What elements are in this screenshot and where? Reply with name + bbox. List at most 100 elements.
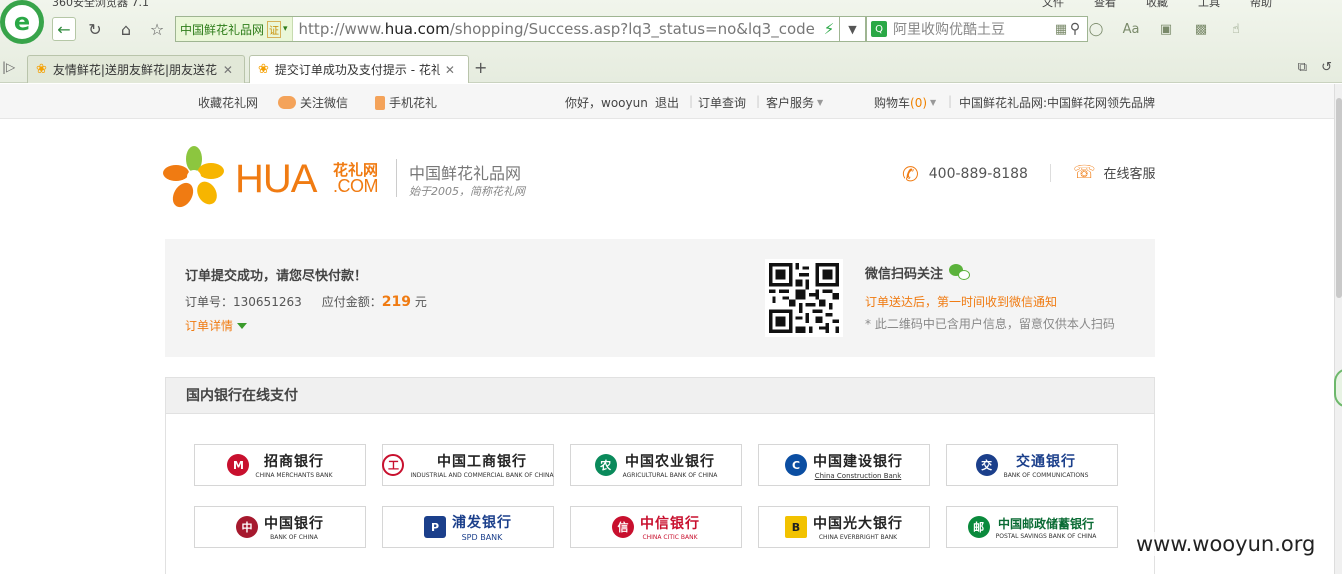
logo-sub-slogan: 始于2005，简称花礼网: [409, 185, 525, 198]
bocom-logo-icon: 交: [975, 454, 998, 476]
browser-logo-icon: e: [0, 0, 44, 44]
search-input[interactable]: 阿里收购优酷土豆: [891, 19, 1063, 39]
user-greeting: 你好，wooyun: [565, 96, 648, 110]
tab-bar: |▷ ❀ 友情鲜花|送朋友鲜花|朋友送花 ✕ ❀ 提交订单成功及支付提示 - 花…: [0, 54, 1342, 83]
logo-divider: [396, 159, 397, 197]
extension-toolbar: ▦ ◯ Aa ▣ ▩ ☝: [1050, 19, 1247, 39]
shield-icon[interactable]: ◯: [1085, 19, 1107, 39]
order-info: 订单号：130651263 应付金额：219 元: [185, 294, 427, 310]
chevron-down-icon: ▼: [930, 98, 937, 107]
chevron-down-icon: ▾: [283, 24, 288, 34]
flower-favicon-icon: ❀: [36, 62, 47, 77]
cmb-logo-icon: M: [227, 454, 250, 476]
star-icon[interactable]: ☆: [145, 17, 169, 41]
tab-order-success[interactable]: ❀ 提交订单成功及支付提示 - 花礼网 ✕: [249, 55, 469, 83]
logo-wordmark: HUA: [235, 157, 317, 201]
game-icon[interactable]: ▩: [1190, 19, 1212, 39]
page-scrollbar[interactable]: [1334, 84, 1342, 574]
wechat-follow-link[interactable]: 关注微信: [278, 94, 348, 111]
browser-menu: 文件 查看 收藏 工具 帮助: [1042, 0, 1272, 10]
new-tab-icon[interactable]: +: [474, 58, 487, 77]
address-bar[interactable]: 中国鲜花礼品网 证 ▾ http://www.hua.com/shopping/…: [175, 16, 840, 42]
icbc-logo-icon: 工: [382, 454, 405, 476]
cart-menu[interactable]: 购物车 (0) ▼: [874, 94, 936, 111]
undo-close-icon[interactable]: ↺: [1321, 60, 1332, 75]
back-arrow-icon[interactable]: ←: [52, 17, 76, 41]
header-divider: [1050, 164, 1051, 182]
tab-friendship-flowers[interactable]: ❀ 友情鲜花|送朋友鲜花|朋友送花 ✕: [27, 55, 245, 83]
ccb-logo-icon: C: [785, 454, 807, 476]
watermark: www.wooyun.org: [1136, 532, 1316, 556]
bank-option-boc[interactable]: 中 中国银行 BANK OF CHINA: [194, 506, 366, 548]
lightning-icon[interactable]: ⚡: [819, 20, 839, 38]
qr-code-icon: [769, 263, 839, 333]
order-details-toggle[interactable]: 订单详情: [185, 317, 248, 334]
bank-option-spdb[interactable]: P 浦发银行 SPD BANK: [382, 506, 554, 548]
menu-file[interactable]: 文件: [1042, 0, 1064, 10]
spdb-logo-icon: P: [424, 516, 446, 538]
wechat-notify-text: 订单送达后，第一时间收到微信通知: [865, 295, 1058, 309]
address-dropdown-icon[interactable]: ▼: [840, 16, 866, 42]
pdf-icon[interactable]: Aa: [1120, 19, 1142, 39]
menu-favorites[interactable]: 收藏: [1146, 0, 1168, 10]
topbar-divider: |: [948, 94, 953, 108]
mouse-gesture-icon[interactable]: ☝: [1225, 19, 1247, 39]
order-number: 130651263: [233, 295, 302, 309]
site-identity-badge[interactable]: 中国鲜花礼品网 证 ▾: [176, 17, 293, 41]
menu-help[interactable]: 帮助: [1250, 0, 1272, 10]
apps-grid-icon[interactable]: ▦: [1050, 19, 1072, 39]
abc-logo-icon: 农: [594, 454, 617, 476]
topbar-divider: |: [689, 94, 694, 108]
bank-option-citic[interactable]: 信 中信银行 CHINA CITIC BANK: [570, 506, 742, 548]
flower-logo-icon: [163, 146, 224, 208]
bank-option-cmb[interactable]: M 招商银行 CHINA MERCHANTS BANK: [194, 444, 366, 486]
bank-option-ccb[interactable]: C 中国建设银行 China Construction Bank: [758, 444, 930, 486]
browser-chrome: e 360安全浏览器 7.1 文件 查看 收藏 工具 帮助 ← ↻ ⌂ ☆ 中国…: [0, 0, 1342, 83]
hua-logo[interactable]: HUA 花礼网 .COM 中国鲜花礼品网 始于2005，简称花礼网: [163, 145, 528, 215]
favorite-link[interactable]: 收藏花礼网: [198, 94, 258, 111]
tab-actions: ⧉ ↺: [1298, 60, 1332, 75]
close-icon[interactable]: ✕: [445, 63, 455, 77]
home-icon[interactable]: ⌂: [114, 17, 138, 41]
order-amount: 219: [381, 294, 411, 310]
logout-link[interactable]: 退出: [655, 94, 679, 111]
online-service-link[interactable]: ☏ 在线客服: [1073, 162, 1156, 183]
qr-privacy-note: * 此二维码中已含用户信息，留意仅供本人扫码: [865, 317, 1115, 331]
restore-window-icon[interactable]: ⧉: [1298, 60, 1307, 75]
order-success-title: 订单提交成功，请您尽快付款！: [185, 269, 368, 284]
customer-service-menu[interactable]: 客户服务 ▼: [766, 94, 823, 111]
hotline: ✆ 400-889-8188: [902, 162, 1028, 186]
refresh-icon[interactable]: ↻: [83, 17, 107, 41]
chevron-down-icon: ▼: [817, 98, 824, 107]
bank-option-icbc[interactable]: 工 中国工商银行 INDUSTRIAL AND COMMERCIAL BANK O…: [382, 444, 554, 486]
certificate-icon: 证: [267, 20, 282, 38]
mobile-link[interactable]: 手机花礼: [375, 94, 437, 111]
order-query-link[interactable]: 订单查询: [698, 94, 746, 111]
topbar-divider: |: [756, 94, 761, 108]
logo-com: .COM: [333, 176, 379, 196]
translate-icon[interactable]: ▣: [1155, 19, 1177, 39]
boc-logo-icon: 中: [236, 516, 258, 538]
bank-option-psbc[interactable]: 邮 中国邮政储蓄银行 POSTAL SAVINGS BANK OF CHINA: [946, 506, 1118, 548]
brand-slogan-link[interactable]: 中国鲜花礼品网:中国鲜花网领先品牌: [959, 94, 1155, 111]
order-summary-panel: 订单提交成功，请您尽快付款！ 订单号：130651263 应付金额：219 元 订…: [165, 239, 1155, 357]
wechat-icon: [278, 96, 296, 109]
scrollbar-thumb[interactable]: [1336, 98, 1342, 298]
url-text[interactable]: http://www.hua.com/shopping/Success.asp?…: [293, 20, 819, 38]
search-engine-icon[interactable]: Q: [867, 17, 891, 41]
bank-option-bocom[interactable]: 交 交通银行 BANK OF COMMUNICATIONS: [946, 444, 1118, 486]
cart-count: (0): [910, 95, 928, 110]
menu-view[interactable]: 查看: [1094, 0, 1116, 10]
site-topbar: 收藏花礼网 关注微信 手机花礼 你好，wooyun 退出 | 订单查询 | 客户…: [0, 84, 1338, 119]
bank-section-title: 国内银行在线支付: [166, 378, 1154, 414]
ceb-logo-icon: B: [785, 516, 807, 538]
wechat-scan-title: 微信扫码关注: [865, 263, 971, 282]
psbc-logo-icon: 邮: [967, 516, 990, 538]
bank-option-abc[interactable]: 农 中国农业银行 AGRICULTURAL BANK OF CHINA: [570, 444, 742, 486]
tab-scroll-icon[interactable]: |▷: [2, 60, 15, 74]
bank-option-ceb[interactable]: B 中国光大银行 CHINA EVERBRIGHT BANK: [758, 506, 930, 548]
logo-slogan: 中国鲜花礼品网: [409, 164, 522, 183]
menu-tools[interactable]: 工具: [1198, 0, 1220, 10]
close-icon[interactable]: ✕: [223, 63, 233, 77]
flower-favicon-icon: ❀: [258, 62, 269, 77]
